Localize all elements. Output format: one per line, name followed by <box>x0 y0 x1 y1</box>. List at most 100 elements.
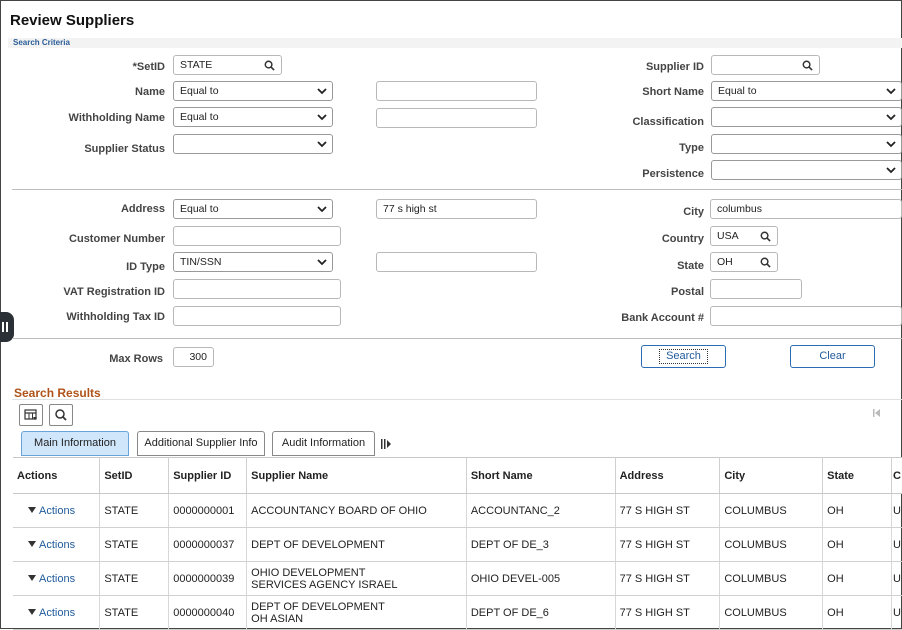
cell-setid: STATE <box>99 527 170 562</box>
withholding-tax-id-input[interactable] <box>173 306 341 326</box>
search-icon <box>55 409 67 421</box>
search-button[interactable]: Search <box>641 345 726 368</box>
setid-input[interactable]: STATE <box>173 55 282 75</box>
column-header-state[interactable]: State <box>822 457 892 494</box>
cell-country: U <box>891 493 902 528</box>
column-header-city[interactable]: City <box>719 457 824 494</box>
personalize-grid-button[interactable] <box>19 404 43 426</box>
chevron-down-icon <box>317 114 327 121</box>
id-type-label: ID Type <box>126 261 165 273</box>
bank-account-label: Bank Account # <box>621 312 704 324</box>
postal-input[interactable] <box>710 279 802 299</box>
chevron-down-icon <box>317 141 327 148</box>
cell-state: OH <box>822 527 892 562</box>
address-input[interactable]: 77 s high st <box>376 199 537 219</box>
cell-country: U <box>891 595 902 630</box>
search-button-label: Search <box>659 349 708 364</box>
actions-link[interactable]: Actions <box>39 607 75 619</box>
id-type-select[interactable]: TIN/SSN <box>173 252 333 272</box>
withholding-name-operator-select[interactable]: Equal to <box>173 107 333 127</box>
search-criteria-bar <box>8 38 902 48</box>
cell-setid: STATE <box>99 561 170 596</box>
state-input[interactable]: OH <box>710 252 778 272</box>
state-value: OH <box>717 256 733 268</box>
clear-button[interactable]: Clear <box>790 345 875 368</box>
tab-main-information[interactable]: Main Information <box>21 431 129 456</box>
tab-additional-supplier-info[interactable]: Additional Supplier Info <box>137 431 265 456</box>
short-name-operator-value: Equal to <box>718 85 757 97</box>
table-row[interactable]: Actions STATE 0000000039 OHIO DEVELOPMEN… <box>13 561 902 596</box>
supplier-status-select[interactable] <box>173 134 333 154</box>
withholding-name-input[interactable] <box>376 108 537 128</box>
classification-label: Classification <box>632 116 704 128</box>
search-icon[interactable] <box>802 60 813 71</box>
city-input[interactable]: columbus <box>710 199 902 219</box>
show-all-columns-icon[interactable] <box>380 438 392 450</box>
cell-supplier-name: OHIO DEVELOPMENT SERVICES AGENCY ISRAEL <box>246 561 467 596</box>
column-header-short-name[interactable]: Short Name <box>466 457 616 494</box>
chevron-down-icon <box>886 141 896 148</box>
tab-audit-information[interactable]: Audit Information <box>272 431 375 456</box>
table-row[interactable]: Actions STATE 0000000040 DEPT OF DEVELOP… <box>13 595 902 630</box>
actions-menu-icon[interactable] <box>28 574 36 581</box>
short-name-label: Short Name <box>642 86 704 98</box>
find-in-grid-button[interactable] <box>49 404 73 426</box>
page-title: Review Suppliers <box>10 12 135 29</box>
cell-country: U <box>891 561 902 596</box>
cell-address: 77 S HIGH ST <box>615 493 721 528</box>
supplier-status-label: Supplier Status <box>84 143 165 155</box>
persistence-select[interactable] <box>711 160 902 180</box>
address-label: Address <box>120 203 165 215</box>
cell-short-name: OHIO DEVEL-005 <box>466 561 616 596</box>
supplier-id-label: Supplier ID <box>645 61 704 73</box>
column-header-address[interactable]: Address <box>615 457 721 494</box>
column-header-supplier-name[interactable]: Supplier Name <box>246 457 467 494</box>
postal-label: Postal <box>670 286 704 298</box>
search-icon[interactable] <box>760 257 771 268</box>
actions-menu-icon[interactable] <box>28 608 36 615</box>
vat-registration-id-input[interactable] <box>173 279 341 299</box>
cell-state: OH <box>822 493 892 528</box>
results-divider <box>12 399 902 400</box>
cell-city: COLUMBUS <box>719 527 824 562</box>
actions-link[interactable]: Actions <box>39 505 75 517</box>
country-label: Country <box>661 233 704 245</box>
search-icon[interactable] <box>264 60 275 71</box>
withholding-name-operator-value: Equal to <box>180 111 219 123</box>
supplier-id-input[interactable] <box>711 55 820 75</box>
actions-menu-icon[interactable] <box>28 540 36 547</box>
cell-supplier-id: 0000000001 <box>168 493 248 528</box>
actions-link[interactable]: Actions <box>39 539 75 551</box>
chevron-down-icon <box>317 259 327 266</box>
address-operator-select[interactable]: Equal to <box>173 199 333 219</box>
actions-link[interactable]: Actions <box>39 573 75 585</box>
country-input[interactable]: USA <box>710 226 778 246</box>
cell-state: OH <box>822 595 892 630</box>
first-page-icon[interactable] <box>871 407 881 419</box>
name-operator-select[interactable]: Equal to <box>173 81 333 101</box>
cell-supplier-id: 0000000039 <box>168 561 248 596</box>
max-rows-input[interactable]: 300 <box>173 347 214 367</box>
id-type-value: TIN/SSN <box>180 256 222 268</box>
section-divider <box>12 338 902 339</box>
table-row[interactable]: Actions STATE 0000000001 ACCOUNTANCY BOA… <box>13 493 902 528</box>
cell-city: COLUMBUS <box>719 561 824 596</box>
search-icon[interactable] <box>760 231 771 242</box>
customer-number-input[interactable] <box>173 226 341 246</box>
cell-supplier-id: 0000000037 <box>168 527 248 562</box>
column-header-setid[interactable]: SetID <box>99 457 170 494</box>
bank-account-input[interactable] <box>710 306 902 326</box>
chevron-down-icon <box>317 88 327 95</box>
chevron-down-icon <box>886 88 896 95</box>
column-header-country[interactable]: C <box>891 457 902 494</box>
table-row[interactable]: Actions STATE 0000000037 DEPT OF DEVELOP… <box>13 527 902 562</box>
cell-address: 77 S HIGH ST <box>615 595 721 630</box>
cell-short-name: DEPT OF DE_6 <box>466 595 616 630</box>
column-header-supplier-id[interactable]: Supplier ID <box>168 457 248 494</box>
actions-menu-icon[interactable] <box>28 506 36 513</box>
name-input[interactable] <box>376 81 537 101</box>
classification-select[interactable] <box>711 107 902 127</box>
type-select[interactable] <box>711 134 902 154</box>
id-type-input[interactable] <box>376 252 537 272</box>
short-name-operator-select[interactable]: Equal to <box>711 81 902 101</box>
